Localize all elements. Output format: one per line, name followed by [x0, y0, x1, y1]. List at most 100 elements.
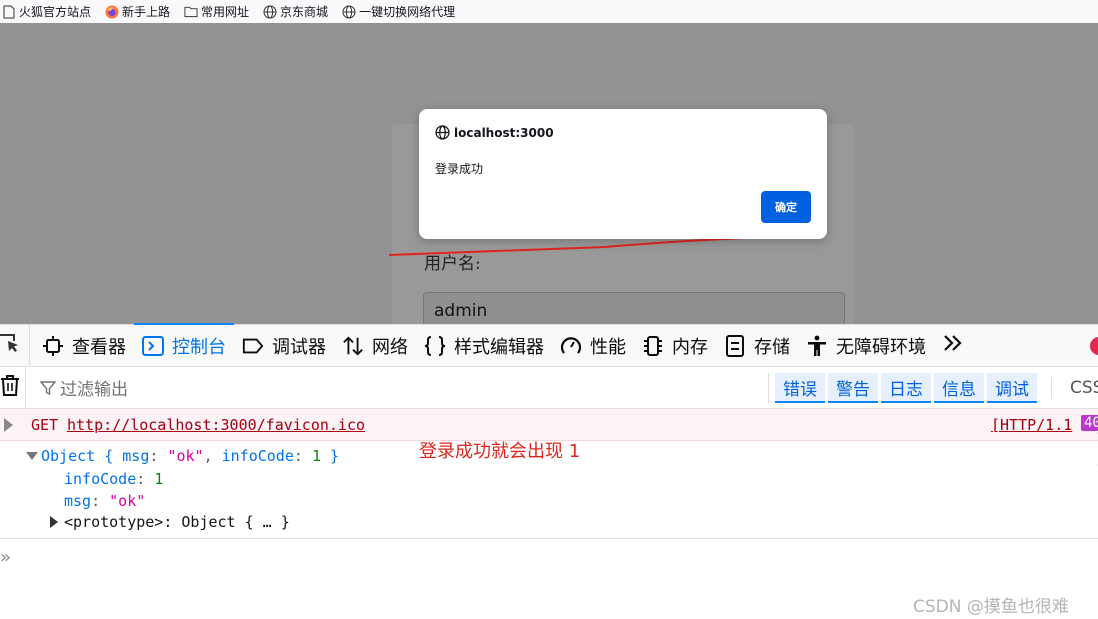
property-key: msg [64, 492, 92, 510]
style-editor-icon [424, 335, 446, 357]
console-output: GET http://localhost:3000/favicon.ico [H… [0, 409, 1098, 619]
tab-label: 样式编辑器 [454, 336, 544, 358]
object-close: } [320, 447, 340, 465]
object-key: msg [122, 447, 150, 465]
debugger-icon [242, 335, 264, 357]
tab-memory[interactable]: 内存 [634, 324, 716, 367]
filter-placeholder: 过滤输出 [60, 380, 128, 400]
tab-label: 性能 [590, 336, 626, 358]
object-value: "ok" [167, 447, 204, 465]
alert-message: 登录成功 [435, 162, 484, 176]
tab-inspector[interactable]: 查看器 [34, 324, 134, 367]
alert-ok-button[interactable]: 确定 [761, 191, 811, 223]
bookmark-label: 一键切换网络代理 [359, 5, 456, 19]
bookmark-item[interactable]: 火狐官方站点 [2, 3, 91, 20]
property-value: 1 [154, 470, 164, 488]
tab-label: 内存 [672, 336, 708, 358]
bookmark-label: 火狐官方站点 [19, 5, 92, 19]
clear-console-button[interactable] [0, 366, 26, 409]
collapse-triangle-icon[interactable] [26, 452, 38, 460]
watermark: CSDN @摸鱼也很难 [913, 597, 1069, 617]
expand-triangle-icon[interactable] [50, 516, 58, 528]
filter-output-input[interactable]: 过滤输出 [40, 375, 760, 400]
http-status-link[interactable]: [HTTP/1.1 [991, 416, 1072, 434]
filter-warnings-button[interactable]: 警告 [828, 373, 878, 403]
prototype-row[interactable]: <prototype>: Object { … } [50, 513, 290, 531]
inspector-icon [42, 335, 64, 357]
filter-icon [40, 380, 56, 396]
tab-label: 网络 [372, 336, 408, 358]
console-filter-bar: 过滤输出 错误 警告 日志 信息 调试 CSS [0, 366, 1098, 409]
page-viewport: 用户名: admin localhost:3000 登录成功 确定 [0, 23, 1098, 324]
bookmark-item[interactable]: 一键切换网络代理 [342, 3, 455, 20]
bookmark-item[interactable]: 新手上路 [105, 3, 170, 20]
filter-errors-button[interactable]: 错误 [775, 373, 825, 403]
tab-label: 控制台 [172, 336, 226, 358]
console-icon [142, 335, 164, 357]
alert-dialog: localhost:3000 登录成功 确定 [419, 109, 827, 239]
tab-storage[interactable]: 存储 [716, 324, 798, 367]
expand-triangle-icon[interactable] [4, 418, 13, 432]
request-method: GET [31, 416, 59, 434]
tab-accessibility[interactable]: 无障碍环境 [798, 324, 934, 367]
globe-icon [263, 5, 277, 19]
globe-icon [342, 5, 356, 19]
element-picker-icon [0, 332, 22, 359]
firefox-icon [105, 5, 119, 19]
log-level-filters: 错误 警告 日志 信息 调试 [768, 373, 1040, 403]
filter-info-button[interactable]: 信息 [934, 373, 984, 403]
globe-icon [435, 125, 450, 140]
input-divider [0, 538, 1098, 539]
colon: : [136, 470, 155, 488]
tab-debugger[interactable]: 调试器 [234, 324, 334, 367]
filter-css-button[interactable]: CSS [1051, 377, 1098, 399]
bookmark-label: 新手上路 [122, 5, 171, 19]
colon: : [91, 492, 110, 510]
error-count-icon[interactable] [1090, 337, 1098, 355]
tab-style-editor[interactable]: 样式编辑器 [416, 324, 552, 367]
tab-performance[interactable]: 性能 [552, 324, 634, 367]
overflow-tabs-button[interactable] [934, 324, 972, 367]
accessibility-icon [806, 335, 828, 357]
prototype-label: <prototype>: Object { … } [64, 513, 290, 531]
network-icon [342, 335, 364, 357]
bookmark-label: 京东商城 [280, 5, 329, 19]
tab-label: 调试器 [272, 336, 326, 358]
object-open: Object { [41, 447, 123, 465]
bookmark-item[interactable]: 京东商城 [263, 3, 328, 20]
object-value: 1 [311, 447, 321, 465]
memory-icon [642, 335, 664, 357]
separator: , [203, 447, 222, 465]
filter-debug-button[interactable]: 调试 [987, 373, 1037, 403]
element-picker-button[interactable] [0, 324, 30, 367]
storage-icon [724, 334, 746, 357]
bookmark-item[interactable]: 常用网址 [184, 3, 249, 20]
request-url-link[interactable]: http://localhost:3000/favicon.ico [67, 416, 365, 434]
object-key: infoCode [221, 447, 294, 465]
tab-label: 存储 [754, 336, 790, 358]
filter-logs-button[interactable]: 日志 [881, 373, 931, 403]
logged-object-row[interactable]: Object { msg: "ok", infoCode: 1 } [26, 447, 339, 465]
red-annotation-text: 登录成功就会出现 1 [419, 441, 581, 462]
trash-icon [0, 374, 20, 401]
chevron-double-right-icon [942, 333, 964, 358]
bookmark-label: 常用网址 [201, 5, 250, 19]
property-key: infoCode [64, 470, 137, 488]
object-property-row: infoCode: 1 [64, 470, 163, 488]
bookmarks-toolbar: 火狐官方站点 新手上路 常用网址 京东商城 一键切换网络代理 [0, 0, 1098, 23]
object-property-row: msg: "ok" [64, 492, 145, 510]
property-value: "ok" [109, 492, 146, 510]
tab-console[interactable]: 控制台 [134, 323, 234, 367]
colon: : [149, 447, 168, 465]
bookmark-page-icon [2, 5, 16, 19]
tab-network[interactable]: 网络 [334, 324, 416, 367]
alert-origin: localhost:3000 [454, 125, 554, 140]
tab-label: 无障碍环境 [836, 336, 926, 358]
tab-label: 查看器 [72, 336, 126, 358]
devtools-toolbar: 查看器 控制台 调试器 网络 样式编辑器 性能 内存 存储 无障碍环境 [0, 323, 1098, 367]
console-prompt[interactable]: » [0, 547, 11, 568]
alert-title: localhost:3000 [435, 125, 554, 140]
colon: : [293, 447, 312, 465]
performance-icon [560, 335, 582, 357]
folder-icon [184, 5, 198, 19]
